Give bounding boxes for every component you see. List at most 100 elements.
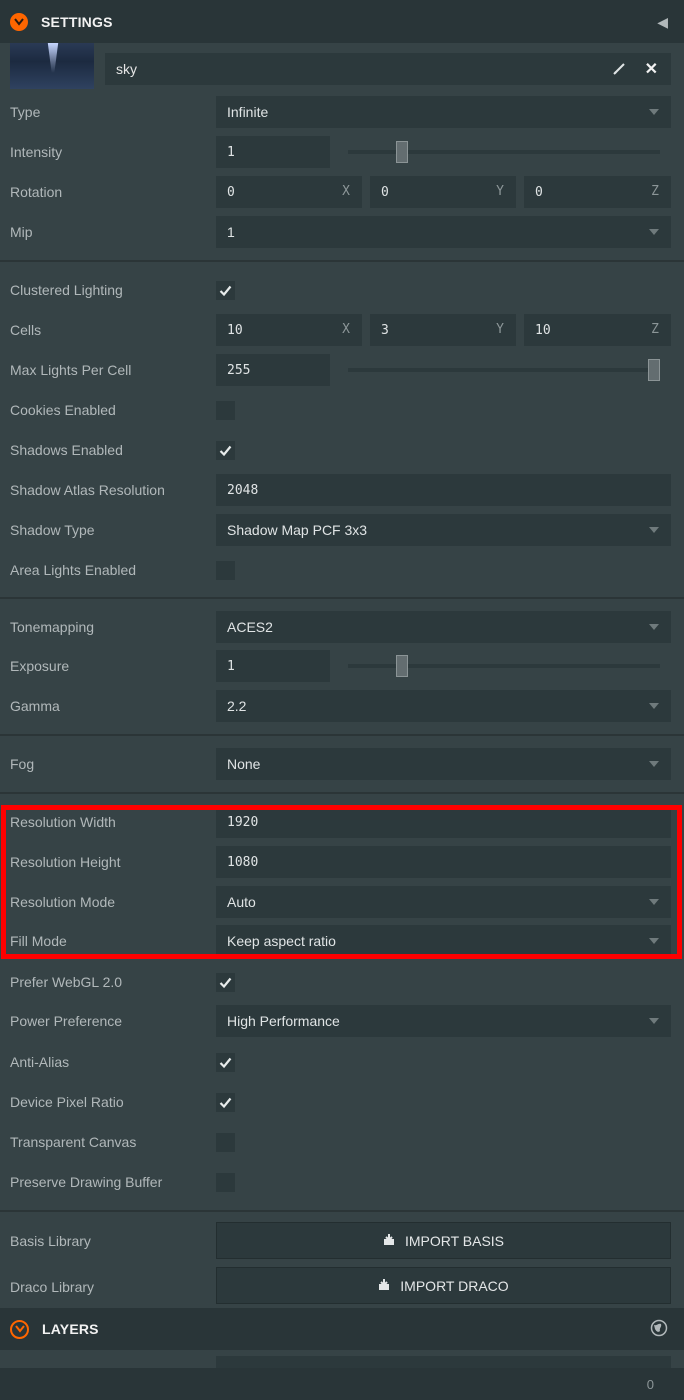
chevron-down-icon	[649, 109, 659, 115]
cells-z-input[interactable]: 10 Z	[524, 314, 671, 346]
fog-value: None	[227, 756, 261, 772]
cells-y-value: 3	[381, 323, 389, 338]
exposure-slider-handle[interactable]	[396, 655, 408, 677]
collapse-panel-icon[interactable]: ◀	[657, 14, 668, 31]
mip-label: Mip	[10, 224, 33, 240]
settings-panel-header[interactable]: SETTINGS ◀	[0, 0, 684, 43]
max-lights-slider-track[interactable]	[348, 368, 660, 372]
intensity-slider-track[interactable]	[348, 150, 660, 154]
layers-panel-header[interactable]: LAYERS	[0, 1308, 684, 1350]
shadows-checkbox[interactable]	[216, 441, 235, 460]
z-axis-label: Z	[651, 184, 659, 199]
type-value: Infinite	[227, 104, 269, 120]
max-lights-slider-handle[interactable]	[648, 359, 660, 381]
clustered-lighting-label: Clustered Lighting	[10, 282, 123, 298]
gamma-select[interactable]: 2.2	[216, 690, 671, 722]
row-preserve-drawing-buffer: Preserve Drawing Buffer	[0, 1166, 684, 1198]
partial-select[interactable]	[216, 1356, 671, 1368]
shadow-atlas-label: Shadow Atlas Resolution	[10, 482, 165, 498]
mip-value: 1	[227, 224, 235, 240]
row-shadow-type: Shadow Type Shadow Map PCF 3x3	[0, 514, 684, 546]
globe-icon[interactable]	[650, 1319, 668, 1340]
cells-z-value: 10	[535, 323, 551, 338]
webgl2-label: Prefer WebGL 2.0	[10, 974, 123, 990]
area-lights-checkbox[interactable]	[216, 561, 235, 580]
type-select[interactable]: Infinite	[216, 96, 671, 128]
section-divider	[0, 734, 684, 736]
shadow-type-value: Shadow Map PCF 3x3	[227, 522, 368, 538]
gamma-label: Gamma	[10, 698, 60, 714]
max-lights-input[interactable]: 255	[216, 354, 330, 386]
rotation-z-input[interactable]: 0 Z	[524, 176, 671, 208]
x-axis-label: X	[342, 322, 350, 337]
fog-select[interactable]: None	[216, 748, 671, 780]
shadow-type-label: Shadow Type	[10, 522, 95, 538]
power-preference-select[interactable]: High Performance	[216, 1005, 671, 1037]
import-basis-button[interactable]: IMPORT BASIS	[216, 1222, 671, 1259]
skybox-asset-name: sky	[116, 61, 137, 77]
shadow-type-select[interactable]: Shadow Map PCF 3x3	[216, 514, 671, 546]
chevron-down-icon	[649, 1018, 659, 1024]
row-gamma: Gamma 2.2	[0, 690, 684, 722]
z-axis-label: Z	[651, 322, 659, 337]
clear-icon[interactable]: ✕	[645, 59, 658, 79]
preserve-drawing-buffer-checkbox[interactable]	[216, 1173, 235, 1192]
draco-library-label: Draco Library	[10, 1279, 95, 1295]
mip-select[interactable]: 1	[216, 216, 671, 248]
import-draco-button[interactable]: IMPORT DRACO	[216, 1267, 671, 1304]
webgl2-checkbox[interactable]	[216, 973, 235, 992]
collapse-icon[interactable]	[10, 12, 28, 31]
cells-y-input[interactable]: 3 Y	[370, 314, 516, 346]
tonemapping-value: ACES2	[227, 619, 273, 635]
exposure-input[interactable]: 1	[216, 650, 330, 682]
row-device-pixel-ratio: Device Pixel Ratio	[0, 1086, 684, 1118]
cells-label: Cells	[10, 322, 42, 338]
shadow-atlas-input[interactable]: 2048	[216, 474, 671, 506]
row-rotation: Rotation 0 X 0 Y 0 Z	[0, 176, 684, 208]
expand-icon[interactable]	[10, 1319, 29, 1339]
skybox-asset-field[interactable]: sky ✕	[105, 53, 671, 85]
shadows-label: Shadows Enabled	[10, 442, 123, 458]
rotation-x-input[interactable]: 0 X	[216, 176, 362, 208]
row-cookies: Cookies Enabled	[0, 394, 684, 426]
section-divider	[0, 792, 684, 794]
device-pixel-ratio-checkbox[interactable]	[216, 1093, 235, 1112]
chevron-down-icon	[649, 527, 659, 533]
rotation-y-input[interactable]: 0 Y	[370, 176, 516, 208]
row-power-preference: Power Preference High Performance	[0, 1005, 684, 1037]
rotation-x-value: 0	[227, 185, 235, 200]
exposure-label: Exposure	[10, 658, 70, 674]
partial-row	[0, 1350, 684, 1368]
download-icon	[383, 1233, 395, 1249]
chevron-down-icon	[649, 761, 659, 767]
intensity-slider-handle[interactable]	[396, 141, 408, 163]
transparent-canvas-label: Transparent Canvas	[10, 1134, 137, 1150]
max-lights-value: 255	[227, 363, 251, 378]
y-axis-label: Y	[496, 184, 504, 199]
basis-library-label: Basis Library	[10, 1233, 91, 1249]
skybox-thumbnail[interactable]	[10, 43, 94, 89]
intensity-value: 1	[227, 145, 235, 160]
anti-alias-checkbox[interactable]	[216, 1053, 235, 1072]
device-pixel-ratio-label: Device Pixel Ratio	[10, 1094, 124, 1110]
cookies-label: Cookies Enabled	[10, 402, 116, 418]
chevron-down-icon	[649, 229, 659, 235]
shadow-atlas-value: 2048	[227, 483, 259, 498]
tonemapping-select[interactable]: ACES2	[216, 611, 671, 643]
section-divider	[0, 597, 684, 599]
power-preference-value: High Performance	[227, 1013, 340, 1029]
row-tonemapping: Tonemapping ACES2	[0, 611, 684, 643]
intensity-input[interactable]: 1	[216, 136, 330, 168]
transparent-canvas-checkbox[interactable]	[216, 1133, 235, 1152]
row-exposure: Exposure 1	[0, 650, 684, 682]
status-bar: 0	[0, 1368, 684, 1400]
clustered-lighting-checkbox[interactable]	[216, 281, 235, 300]
cells-x-input[interactable]: 10 X	[216, 314, 362, 346]
anti-alias-label: Anti-Alias	[10, 1054, 70, 1070]
cookies-checkbox[interactable]	[216, 401, 235, 420]
import-basis-label: IMPORT BASIS	[404, 1232, 505, 1249]
preserve-drawing-buffer-label: Preserve Drawing Buffer	[10, 1174, 163, 1190]
exposure-slider-track[interactable]	[348, 664, 660, 668]
row-anti-alias: Anti-Alias	[0, 1046, 684, 1078]
edit-icon[interactable]	[613, 61, 627, 78]
